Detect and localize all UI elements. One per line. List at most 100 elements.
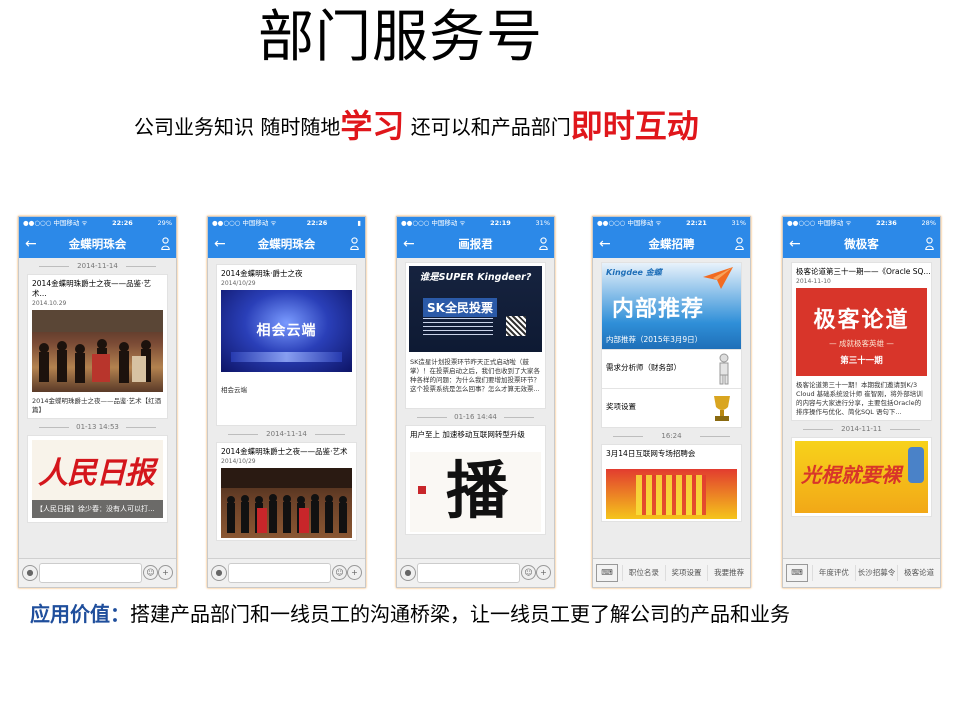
timestamp: 2014-11-11 bbox=[783, 423, 940, 435]
article-title: 2014金蝶明珠爵士之夜——品鉴·艺术... bbox=[32, 279, 151, 298]
newspaper-logo: 人民日报 bbox=[38, 456, 155, 491]
user-icon[interactable] bbox=[539, 237, 548, 250]
microphone-icon[interactable]: ● bbox=[211, 565, 227, 581]
article-title: 2014金蝶明珠·爵士之夜 bbox=[221, 269, 303, 278]
phone-screenshot-2: ●●○○○ 中国移动 ᯤ 22:26 ▮ ← 金蝶明珠会 2014金蝶明珠·爵士… bbox=[207, 216, 366, 588]
user-icon[interactable] bbox=[350, 237, 359, 250]
carrier-label: ●●○○○ 中国移动 ᯤ bbox=[597, 219, 662, 227]
timestamp: 2014-11-14 bbox=[208, 428, 365, 440]
status-bar: ●●○○○ 中国移动 ᯤ 22:26 ▮ bbox=[208, 217, 365, 230]
article-card[interactable]: 3月14日互联网专场招聘会 bbox=[601, 444, 742, 522]
clock: 22:21 bbox=[686, 219, 707, 227]
article-card[interactable]: 用户至上 加速移动互联网转型升级 播 bbox=[405, 425, 546, 535]
emoji-icon[interactable]: ☺ bbox=[143, 565, 158, 580]
article-card[interactable]: 2014金蝶明珠爵士之夜——品鉴·艺术... 2014.10.29 2014金蝶… bbox=[27, 274, 168, 419]
back-arrow-icon[interactable]: ← bbox=[789, 230, 801, 258]
microphone-icon[interactable]: ● bbox=[400, 565, 416, 581]
trophy-icon bbox=[714, 396, 730, 421]
plus-icon[interactable]: + bbox=[536, 565, 551, 580]
keyboard-icon[interactable]: ⌨ bbox=[786, 564, 808, 582]
battery-label: 29% bbox=[157, 219, 172, 227]
back-arrow-icon[interactable]: ← bbox=[403, 230, 415, 258]
status-bar: ●●○○○ 中国移动 ᯤ 22:19 31% bbox=[397, 217, 554, 230]
award-item[interactable]: 奖项设置 bbox=[602, 388, 741, 427]
carrier-label: ●●○○○ 中国移动 ᯤ bbox=[401, 219, 466, 227]
brand-logo: Kingdee 金蝶 bbox=[606, 268, 662, 277]
status-bar: ●●○○○ 中国移动 ᯤ 22:36 28% bbox=[783, 217, 940, 230]
status-bar: ●●○○○ 中国移动 ᯤ 22:21 31% bbox=[593, 217, 750, 230]
paper-plane-icon bbox=[703, 267, 733, 289]
group-photo-icon bbox=[221, 468, 352, 533]
menu-item-recommend[interactable]: 我要推荐 bbox=[707, 565, 750, 581]
keyboard-icon[interactable]: ⌨ bbox=[596, 564, 618, 582]
menu-item-awards[interactable]: 奖项设置 bbox=[664, 565, 708, 581]
banner-caption: 内部推荐（2015年3月9日） bbox=[606, 335, 703, 344]
menu-item-job-list[interactable]: 职位名录 bbox=[622, 565, 665, 581]
nav-bar: ← 金蝶明珠会 bbox=[208, 230, 365, 258]
carrier-label: ●●○○○ 中国移动 ᯤ bbox=[787, 219, 852, 227]
message-list: 极客论道第三十一期——《Oracle SQ... 2014-11-10 极客论道… bbox=[783, 258, 940, 559]
battery-icon: ▮ bbox=[357, 219, 361, 227]
banner-text: 极客论道 bbox=[813, 308, 910, 333]
article-card[interactable]: 光棍就要裸 bbox=[791, 437, 932, 517]
article-title: 用户至上 加速移动互联网转型升级 bbox=[410, 430, 525, 439]
nav-title: 金蝶招聘 bbox=[648, 237, 695, 251]
carrier-label: ●●○○○ 中国移动 ᯤ bbox=[23, 219, 88, 227]
banner-text: 光棍就要裸 bbox=[801, 463, 901, 487]
article-card[interactable]: Kingdee 金蝶 内部推荐 内部推荐（2015年3月9日） 需求分析师（财务… bbox=[601, 262, 742, 428]
back-arrow-icon[interactable]: ← bbox=[25, 230, 37, 258]
article-image: 相会云端 bbox=[221, 290, 352, 372]
nav-bar: ← 画报君 bbox=[397, 230, 554, 258]
article-date: 2014/10/29 bbox=[221, 280, 256, 287]
plus-icon[interactable]: + bbox=[158, 565, 173, 580]
message-input[interactable] bbox=[417, 563, 520, 583]
seal-mark bbox=[418, 486, 426, 494]
article-date: 2014-11-10 bbox=[796, 278, 831, 285]
message-list: 2014金蝶明珠·爵士之夜 2014/10/29 相会云端 相会云端 2014-… bbox=[208, 258, 365, 559]
nav-title: 画报君 bbox=[458, 237, 493, 251]
message-input[interactable] bbox=[228, 563, 331, 583]
menu-item-geek-forum[interactable]: 极客论道 bbox=[897, 565, 940, 581]
article-image bbox=[606, 469, 737, 519]
banner-issue: 第三十一期 bbox=[840, 356, 883, 366]
back-arrow-icon[interactable]: ← bbox=[214, 230, 226, 258]
carrier-label: ●●○○○ 中国移动 ᯤ bbox=[212, 219, 277, 227]
timestamp: 01-16 14:44 bbox=[397, 411, 554, 423]
article-image: 极客论道 — 成就极客英雄 — 第三十一期 bbox=[796, 288, 927, 376]
menu-item-annual-awards[interactable]: 年度评优 bbox=[812, 565, 855, 581]
user-icon[interactable] bbox=[925, 237, 934, 250]
article-card[interactable]: 2014金蝶明珠·爵士之夜 2014/10/29 相会云端 相会云端 bbox=[216, 264, 357, 426]
value-statement: 应用价值：搭建产品部门和一线员工的沟通桥梁，让一线员工更了解公司的产品和业务 bbox=[30, 600, 930, 628]
nav-title: 金蝶明珠会 bbox=[257, 237, 316, 251]
event-graphic bbox=[636, 475, 706, 515]
emoji-icon[interactable]: ☺ bbox=[521, 565, 536, 580]
user-icon[interactable] bbox=[161, 237, 170, 250]
poster-banner: SK全民投票 bbox=[423, 298, 497, 317]
award-item-label: 奖项设置 bbox=[606, 402, 636, 411]
clock: 22:26 bbox=[112, 219, 133, 227]
party-photo-icon bbox=[32, 310, 163, 383]
article-card[interactable]: 2014金蝶明珠爵士之夜——品鉴·艺术 2014/10/29 bbox=[216, 442, 357, 541]
article-summary: 极客论道第三十一期！本期我们邀请到K/3 Cloud 基础系统设计师 崔智刚，将… bbox=[796, 381, 923, 416]
job-item[interactable]: 需求分析师（财务部） bbox=[602, 349, 741, 388]
message-list: Kingdee 金蝶 内部推荐 内部推荐（2015年3月9日） 需求分析师（财务… bbox=[593, 258, 750, 559]
article-card[interactable]: 极客论道第三十一期——《Oracle SQ... 2014-11-10 极客论道… bbox=[791, 262, 932, 421]
menu-item-changsha-recruit[interactable]: 长沙招募令 bbox=[854, 565, 898, 581]
message-input-bar: ● ☺ + bbox=[19, 558, 176, 587]
subtitle-part-1: 公司业务知识 随时随地 bbox=[134, 115, 341, 139]
slide-title: 部门服务号 bbox=[258, 5, 543, 70]
emoji-icon[interactable]: ☺ bbox=[332, 565, 347, 580]
article-card[interactable]: 谁是SUPER Kingdeer? SK全民投票 SK造星计划投票环节昨天正式启… bbox=[405, 262, 546, 409]
figure-graphic bbox=[908, 447, 924, 483]
article-card[interactable]: 人民日报 【人民日报】徐少春：没有人可以打... bbox=[27, 435, 168, 523]
plus-icon[interactable]: + bbox=[347, 565, 362, 580]
poster-headline: 谁是SUPER Kingdeer? bbox=[419, 272, 532, 283]
user-icon[interactable] bbox=[735, 237, 744, 250]
message-input[interactable] bbox=[39, 563, 142, 583]
qr-code-icon bbox=[506, 316, 526, 336]
microphone-icon[interactable]: ● bbox=[22, 565, 38, 581]
article-image: 人民日报 【人民日报】徐少春：没有人可以打... bbox=[32, 440, 163, 518]
recruit-banner: Kingdee 金蝶 内部推荐 内部推荐（2015年3月9日） bbox=[602, 263, 741, 349]
back-arrow-icon[interactable]: ← bbox=[599, 230, 611, 258]
battery-label: 31% bbox=[535, 219, 550, 227]
